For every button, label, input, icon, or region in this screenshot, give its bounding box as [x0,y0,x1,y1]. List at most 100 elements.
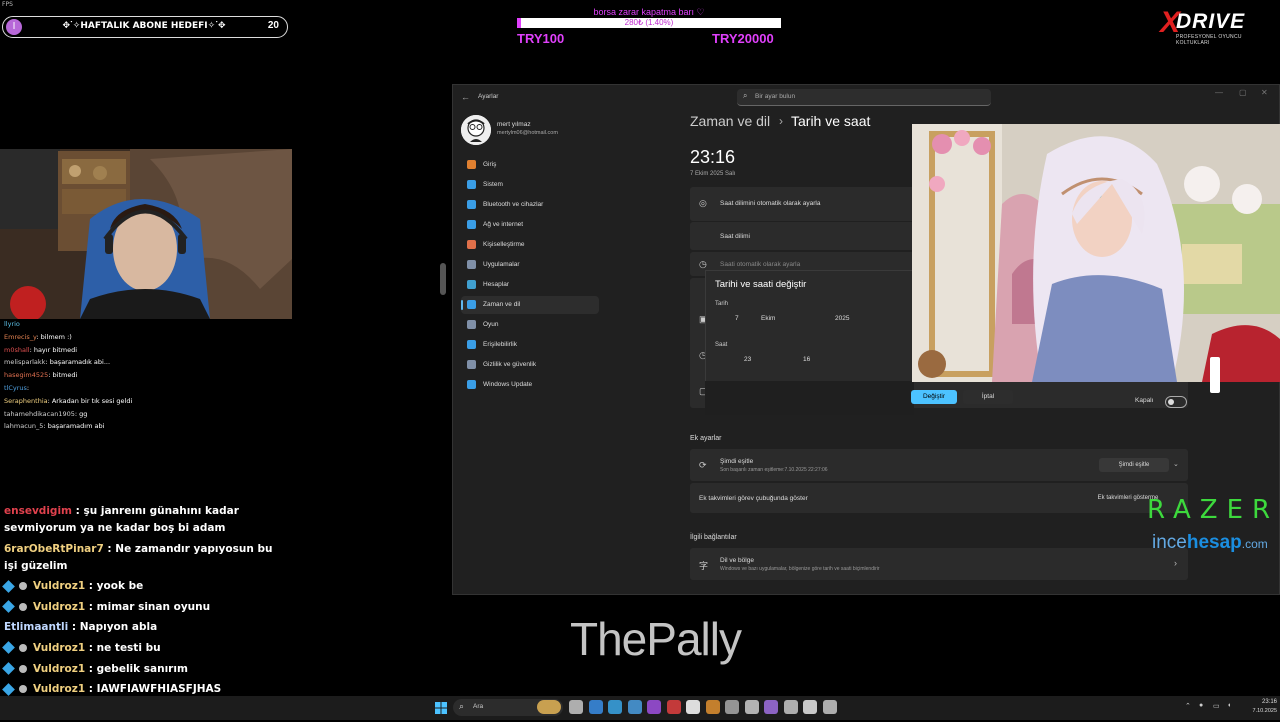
chat-username: m0shall [4,345,30,354]
toggle-knob [1168,399,1174,405]
sidebar-item-label: Sistem [483,181,503,188]
chat-overlay: ensevdigim : şu janreını günahını kadar … [2,503,284,722]
sidebar-item-6[interactable]: Hesaplar [461,276,599,294]
tray-date[interactable]: 7.10.2025 [1245,708,1277,714]
breadcrumb-parent[interactable]: Zaman ve dil [690,113,770,129]
sidebar-item-label: Ağ ve internet [483,221,524,228]
nav-icon [467,380,476,389]
steam-icon[interactable] [627,700,642,714]
search-icon: ⌕ [459,701,465,711]
sidebar-item-7[interactable]: Zaman ve dil [461,296,599,314]
sidebar-item-0[interactable]: Giriş [461,156,599,174]
taskbar-time-toggle[interactable] [1165,396,1187,408]
change-button[interactable]: Değiştir [911,390,957,404]
chat-overlay-small: llyrio Emrecis_y: bilmem :) m0shall: hayır… [4,318,294,433]
close-icon[interactable]: ✕ [1261,88,1268,97]
calculator-icon[interactable] [666,700,681,714]
sidebar-item-label: Bluetooth ve cihazlar [483,201,544,208]
start-icon[interactable] [435,701,447,714]
chat-message: Vuldroz1 : ne testi bu [2,640,284,657]
nav-icon [467,220,476,229]
incehesap-part3: .com [1241,537,1268,551]
calendar-row: Ek takvimleri görev çubuğunda göster Ek … [690,483,1188,513]
widget-icon[interactable] [537,700,561,714]
obs-icon[interactable] [744,700,759,714]
chat-message: 6rarObeRtPinar7 : Ne zamandır yapıyosun … [4,541,284,575]
avatar[interactable] [461,115,491,145]
donation-goal-title: borsa zarar kapatma barı ♡ [593,7,705,17]
sidebar-item-4[interactable]: Kişiselleştirme [461,236,599,254]
settings-search-input[interactable]: ⌕ Bir ayar bulun [737,89,991,106]
media-icon[interactable] [725,700,739,714]
calendar-label: Ek takvimleri görev çubuğunda göster [699,495,808,502]
volume-icon[interactable]: ◖ [1227,702,1231,709]
sidebar-item-5[interactable]: Uygulamalar [461,256,599,274]
sidebar-item-9[interactable]: Erişilebilirlik [461,336,599,354]
maximize-icon[interactable]: ▢ [1239,88,1247,97]
dialog-footer [705,381,914,415]
microphone-icon[interactable]: ● [1199,702,1203,709]
sidebar-item-label: Zaman ve dil [483,301,521,308]
sidebar-item-8[interactable]: Oyun [461,316,599,334]
tray-chevron-icon[interactable]: ⌃ [1185,702,1191,710]
taskview-icon[interactable] [569,700,583,714]
tray-time[interactable]: 23:16 [1251,699,1277,705]
nav-icon [467,280,476,289]
chat-username: Etlimaantli [4,621,69,634]
sub-badge-icon [2,600,15,614]
explorer-icon[interactable] [588,700,603,714]
capcut-icon[interactable] [686,700,700,714]
language-icon: 字 [699,561,709,571]
hour-picker[interactable]: 23 [744,356,751,363]
chat-message: melisparlakk: başaramadık abi... [4,356,294,369]
region-row[interactable]: 字 Dil ve bölge Windows ve bazı uygulamal… [690,548,1188,580]
chevron-right-icon: › [1174,558,1177,568]
chat-text: : [26,383,30,392]
settings-app-name: Ayarlar [478,93,499,100]
auto-time-label: Saati otomatik olarak ayarla [720,261,801,268]
chat-text: : gebelik sanırım [85,662,188,675]
chat-message: Etlimaantli : Napıyon abla [4,619,284,636]
nav-icon [467,260,476,269]
minimize-icon[interactable]: — [1215,88,1223,97]
app-icon[interactable] [764,700,778,714]
chat-text: : mimar sinan oyunu [85,600,211,613]
cancel-button[interactable]: İptal [963,390,1013,404]
webcam-streamer [0,149,292,319]
edge-icon[interactable] [608,700,622,714]
sidebar-item-1[interactable]: Sistem [461,176,599,194]
nav-icon [467,180,476,189]
unreal-icon[interactable] [803,700,817,714]
current-time: 23:16 [690,147,736,167]
discord-icon[interactable] [647,700,661,714]
razer-logo: RAZER [1147,495,1280,525]
gift-badge-icon [19,643,27,652]
sidebar-item-11[interactable]: Windows Update [461,376,599,394]
current-date: 7 Ekim 2025 Salı [690,171,736,177]
network-icon[interactable]: ▭ [1213,702,1220,710]
sync-now-button[interactable]: Şimdi eşitle [1099,458,1169,472]
sync-row: ⟳ Şimdi eşitle Son başarılı zaman eşitle… [690,449,1188,481]
back-arrow-icon[interactable]: ← [461,92,470,102]
gift-badge-icon [19,582,27,591]
year-picker[interactable]: 2025 [835,315,849,322]
chat-username: llyrio [4,320,20,328]
chat-text: : Arkadan bir tık sesi geldi [47,396,133,405]
chat-username: Vuldroz1 [33,662,86,675]
sidebar-item-3[interactable]: Ağ ve internet [461,216,599,234]
sidebar-item-label: Oyun [483,321,499,328]
sidebar-item-10[interactable]: Gizlilik ve güvenlik [461,356,599,374]
vlc-icon[interactable] [705,700,720,714]
xdrive-logo: X DRIVE PROFESYONEL OYUNCU KOLTUKLARI [1160,8,1272,47]
minute-picker[interactable]: 16 [803,356,810,363]
streamer-name: ThePally [570,613,742,665]
chatgpt-icon[interactable] [783,700,798,714]
day-picker[interactable]: 7 [735,315,739,322]
chevron-down-icon[interactable]: ⌄ [1173,460,1179,468]
sidebar-item-2[interactable]: Bluetooth ve cihazlar [461,196,599,214]
settings-icon[interactable] [822,700,837,714]
month-picker[interactable]: Ekim [761,315,775,322]
chat-username: tahamehdikacan1905 [4,409,75,418]
globe-clock-icon: ◎ [699,198,707,208]
page-title: Tarih ve saat [791,113,871,129]
